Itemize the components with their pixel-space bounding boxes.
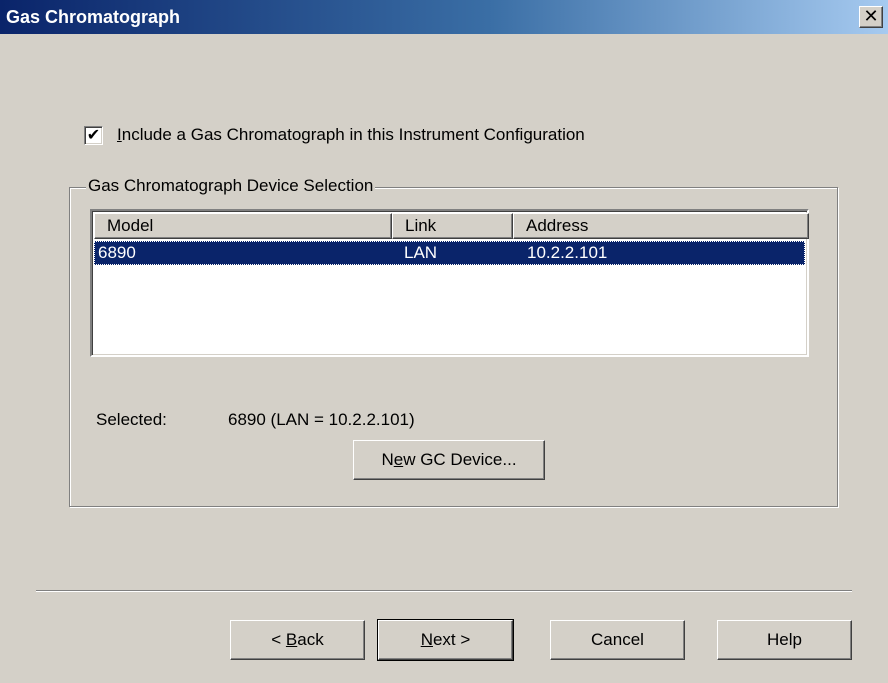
include-gc-label[interactable]: Include a Gas Chromatograph in this Inst… — [117, 125, 585, 145]
next-accel: N — [420, 630, 433, 649]
back-button[interactable]: < Back — [230, 620, 365, 660]
new-gc-device-button[interactable]: New GC Device... — [353, 440, 545, 480]
include-gc-checkbox[interactable]: ✔ — [84, 126, 103, 145]
new-gc-device-text-a: N — [381, 450, 394, 469]
cancel-button[interactable]: Cancel — [550, 620, 685, 660]
window-title: Gas Chromatograph — [6, 7, 181, 27]
include-gc-label-text: nclude a Gas Chromatograph in this Instr… — [121, 125, 585, 144]
gc-device-list[interactable]: Model Link Address 6890 LAN 10.2.2.101 — [90, 209, 809, 357]
next-button[interactable]: Next > — [377, 619, 514, 661]
separator — [36, 590, 852, 592]
help-button[interactable]: Help — [717, 620, 852, 660]
close-button[interactable]: ✕ — [859, 6, 883, 28]
back-text-b: ack — [297, 630, 324, 649]
back-accel: B — [285, 630, 298, 649]
new-gc-device-accel: e — [393, 450, 404, 469]
column-header-link[interactable]: Link — [392, 213, 513, 239]
checkmark-icon: ✔ — [86, 127, 101, 144]
selected-value: 6890 (LAN = 10.2.2.101) — [228, 410, 415, 429]
column-header-model[interactable]: Model — [94, 213, 392, 239]
title-bar[interactable]: Gas Chromatograph ✕ — [0, 0, 888, 34]
close-icon: ✕ — [863, 6, 879, 26]
cell-link: LAN — [404, 243, 438, 262]
device-selection-group-label: Gas Chromatograph Device Selection — [86, 176, 376, 196]
list-row-selected[interactable]: 6890 LAN 10.2.2.101 — [94, 241, 805, 265]
column-header-address[interactable]: Address — [513, 213, 809, 239]
back-text-a: < — [271, 630, 286, 649]
cell-address: 10.2.2.101 — [527, 243, 608, 262]
selected-label: Selected: — [96, 410, 167, 429]
cell-model: 6890 — [98, 243, 136, 262]
new-gc-device-text-b: w GC Device... — [403, 450, 517, 469]
list-header: Model Link Address — [94, 213, 809, 239]
next-text: ext > — [432, 630, 471, 649]
